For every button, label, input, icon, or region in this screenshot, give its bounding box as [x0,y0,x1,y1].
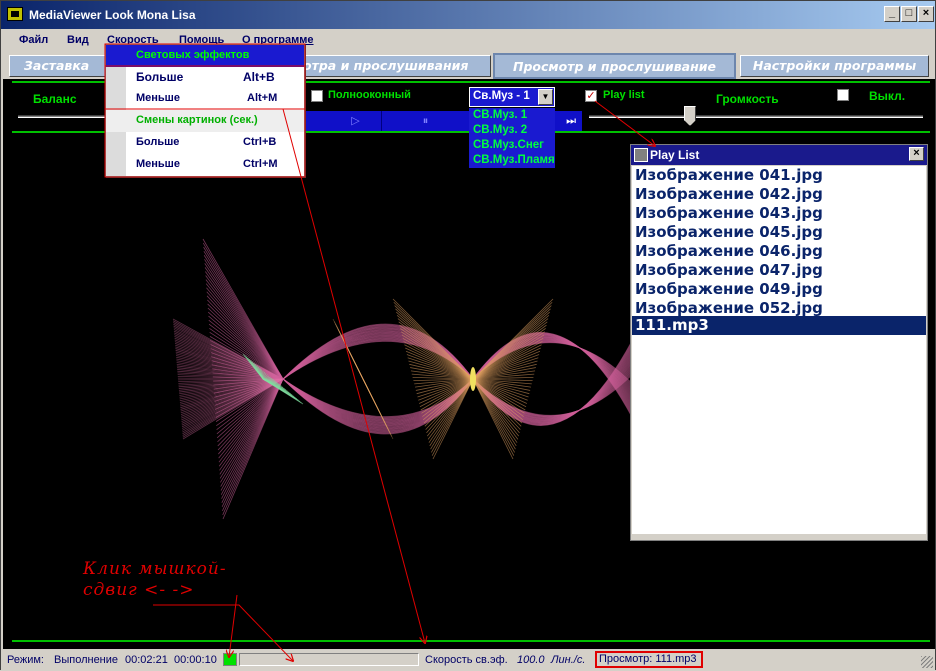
tab-splash[interactable]: Заставка пр [9,55,107,93]
fullscreen-label: Полнооконный [328,89,411,101]
stage-bottom-line [12,640,930,642]
title-bar: MediaViewer Look Mona Lisa _ □ × [1,1,935,29]
speed-images-more[interactable]: Больше Ctrl+B [106,132,304,154]
effect-option[interactable]: СВ.Муз. 2 [473,124,527,136]
app-icon [7,7,23,21]
playlist-item[interactable]: Изображение 047.jpg [632,261,926,280]
skip-end-icon: ⏭ [566,115,576,127]
tab-settings[interactable]: Настройки программы [740,55,929,77]
effect-option[interactable]: СВ.Муз.Снег [473,139,544,151]
balance-label: Баланс [33,92,77,106]
playlist-item[interactable]: Изображение 046.jpg [632,242,926,261]
interval-time: 00:00:10 [174,654,217,666]
play-icon: ▷ [351,115,360,127]
speed-label: Скорость св.эф. [425,654,508,666]
off-checkbox[interactable] [837,89,849,101]
speed-menu-header-effects: Световых эффектов [106,45,304,67]
chevron-down-icon[interactable]: ▼ [538,89,553,105]
speed-menu: Световых эффектов Больше Alt+B Меньше Alt+… [105,44,305,177]
speed-effects-more[interactable]: Больше Alt+B [106,66,304,88]
mode-label: Режим: [7,654,44,666]
effect-option[interactable]: СВ.Муз. 1 [473,109,527,121]
close-button[interactable]: × [918,6,934,22]
playlist-item-selected[interactable]: 111.mp3 [632,316,926,335]
effect-option[interactable]: СВ.Муз.Пламя [473,154,555,166]
view-status: Просмотр: 111.mp3 [595,651,703,668]
playlist-item[interactable]: Изображение 043.jpg [632,204,926,223]
playlist-label: Play list [603,89,645,101]
main-window: MediaViewer Look Mona Lisa _ □ × Файл Ви… [0,0,936,670]
fullscreen-checkbox[interactable] [311,90,323,102]
speed-effects-less[interactable]: Меньше Alt+M [106,88,304,110]
playlist-item[interactable]: Изображение 042.jpg [632,185,926,204]
playlist-title: Play List [650,148,700,162]
light-effect-visualization [172,238,633,520]
status-bar: Режим: Выполнение 00:02:21 00:00:10 Скор… [1,649,935,670]
annotation-note: Клик мышкой- сдвиг <- -> [83,559,227,600]
pause-button[interactable]: ⏸ [382,111,470,131]
tab-view-listen[interactable]: Просмотр и прослушивание [493,53,736,79]
resize-grip[interactable] [921,656,933,668]
minimize-button[interactable]: _ [884,6,900,22]
speed-unit: Лин./с. [551,654,586,666]
mode-value: Выполнение [54,654,119,666]
effect-combo-value: Св.Муз - 1 [473,90,530,102]
off-label: Выкл. [869,89,906,103]
speed-value: 100.0 [517,654,545,666]
play-button[interactable]: ▷ [306,111,382,131]
playlist-item[interactable]: Изображение 049.jpg [632,280,926,299]
maximize-button[interactable]: □ [901,6,917,22]
playlist-item[interactable]: Изображение 052.jpg [632,299,926,317]
tab-preview[interactable]: отра и прослушивания [301,55,491,77]
playlist-checkbox[interactable]: ✓ [585,90,597,102]
playlist-close-button[interactable]: × [909,147,924,161]
playlist-item[interactable]: Изображение 041.jpg [632,166,926,185]
playlist-title-bar[interactable]: Play List × [631,145,927,165]
volume-label: Громкость [716,92,779,106]
effect-combo[interactable]: Св.Муз - 1 ▼ [469,87,555,107]
menu-view[interactable]: Вид [67,34,89,46]
speed-images-less[interactable]: Меньше Ctrl+M [106,154,304,176]
menu-file[interactable]: Файл [19,34,48,46]
speed-menu-header-images: Смены картинок (сек.) [106,110,304,132]
effect-options-list: СВ.Муз. 1 СВ.Муз. 2 СВ.Муз.Снег СВ.Муз.П… [469,108,555,168]
status-indicator [223,653,237,666]
playlist-item[interactable]: Изображение 045.jpg [632,223,926,242]
window-title: MediaViewer Look Mona Lisa [29,8,196,22]
volume-slider[interactable] [589,115,923,118]
elapsed-time: 00:02:21 [125,654,168,666]
volume-slider-thumb[interactable] [684,106,696,126]
position-bar[interactable] [239,653,419,666]
playlist-list[interactable]: Изображение 041.jpg Изображение 042.jpg … [632,166,926,534]
playlist-window: Play List × Изображение 041.jpg Изображе… [630,144,928,541]
pause-icon: ⏸ [422,115,429,127]
playlist-icon [634,148,648,162]
